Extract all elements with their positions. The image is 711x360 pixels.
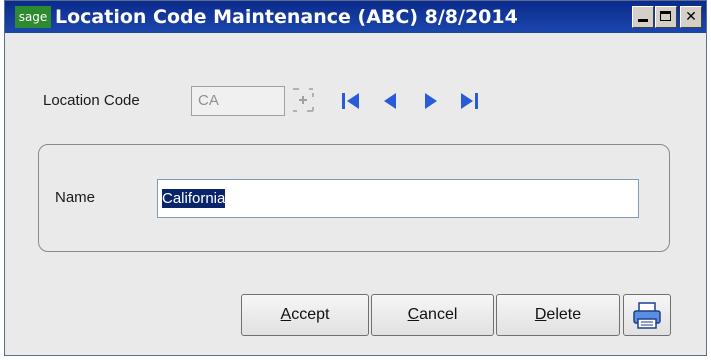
- maximize-icon: [660, 11, 671, 21]
- minimize-icon: [638, 19, 648, 22]
- lookup-icon[interactable]: [291, 87, 315, 113]
- first-record-icon[interactable]: [339, 91, 363, 111]
- window-title: Location Code Maintenance (ABC) 8/8/2014: [55, 6, 518, 28]
- cancel-label: ancel: [419, 306, 458, 323]
- next-record-icon[interactable]: [418, 91, 442, 111]
- cancel-button[interactable]: Cancel: [371, 294, 494, 336]
- close-icon: ✕: [685, 9, 697, 25]
- printer-icon: [633, 302, 661, 329]
- maximize-button[interactable]: [655, 6, 677, 28]
- accept-button[interactable]: Accept: [241, 294, 369, 336]
- delete-label: elete: [546, 306, 582, 323]
- cancel-mnemonic: C: [407, 306, 420, 323]
- title-bar[interactable]: sage Location Code Maintenance (ABC) 8/8…: [5, 1, 706, 33]
- name-label: Name: [55, 189, 96, 206]
- name-input[interactable]: California: [157, 179, 639, 218]
- last-record-icon[interactable]: [457, 91, 481, 111]
- accept-mnemonic: A: [280, 306, 292, 323]
- location-code-input[interactable]: CA: [191, 86, 285, 116]
- location-code-label: Location Code: [43, 92, 140, 109]
- name-value: California: [162, 189, 226, 208]
- close-button[interactable]: ✕: [680, 6, 702, 28]
- location-code-maintenance-window: sage Location Code Maintenance (ABC) 8/8…: [4, 0, 707, 356]
- minimize-button[interactable]: [632, 6, 654, 28]
- sage-logo: sage: [15, 6, 51, 28]
- accept-label: ccept: [291, 306, 330, 323]
- delete-button[interactable]: Delete: [496, 294, 620, 336]
- delete-mnemonic: D: [534, 306, 547, 323]
- previous-record-icon[interactable]: [379, 91, 403, 111]
- print-button[interactable]: [623, 294, 671, 336]
